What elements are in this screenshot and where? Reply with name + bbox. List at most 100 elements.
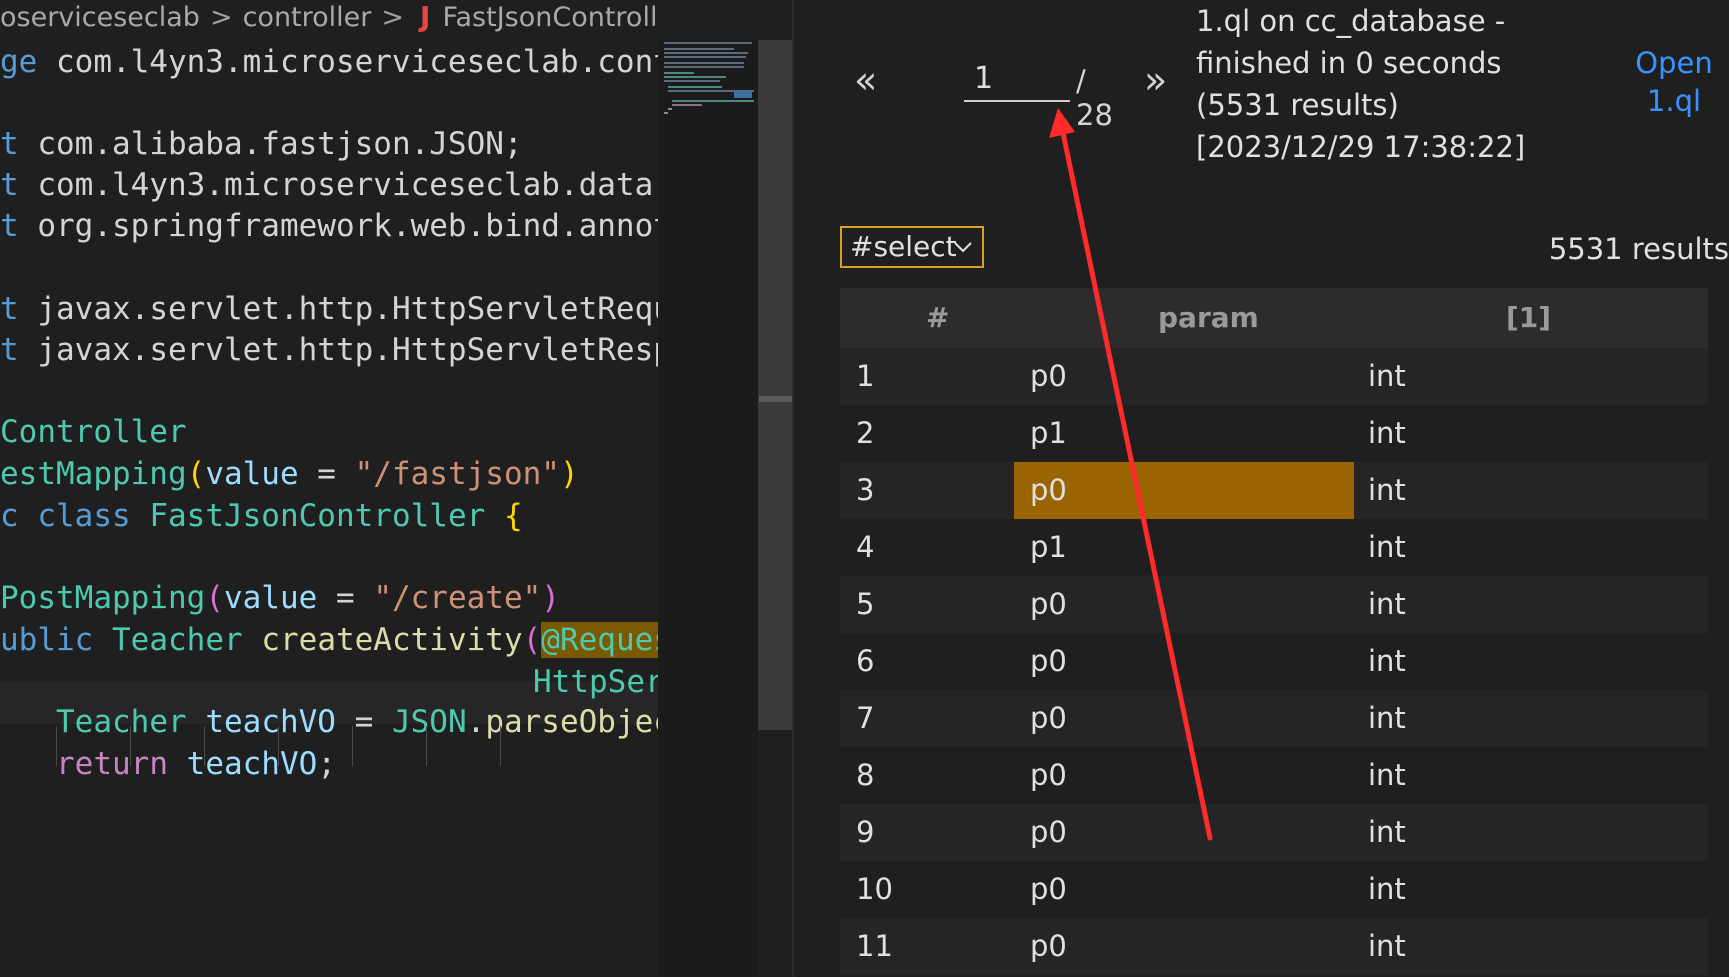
minimap-line — [668, 108, 672, 110]
type-cell: int — [1368, 530, 1406, 564]
code-line: estMapping(value = "/fastjson") — [0, 454, 579, 494]
code-token: com.alibaba.fastjson.JSON; — [18, 126, 523, 162]
code-token: parseObjec — [485, 704, 658, 740]
minimap-line — [664, 56, 746, 58]
param-cell[interactable]: p1 — [1030, 519, 1067, 576]
query-status-text: 1.ql on cc_database - finished in 0 seco… — [1196, 4, 1526, 164]
type-cell: int — [1368, 416, 1406, 450]
code-token: com.l4yn3.microserviceseclab.data. — [18, 167, 658, 203]
indent-guide — [56, 726, 57, 766]
code-line: t javax.servlet.http.HttpServletResp — [0, 330, 658, 370]
minimap-line — [672, 104, 702, 106]
table-row[interactable]: 5 p0 int — [840, 576, 1708, 633]
code-token: "/fastjson" — [354, 456, 560, 492]
code-token: JSON — [391, 704, 467, 740]
table-row[interactable]: 2 p1 int — [840, 405, 1708, 462]
minimap-line — [664, 48, 734, 50]
param-cell[interactable]: p1 — [1030, 405, 1067, 462]
scrollbar-thumb[interactable] — [759, 396, 792, 402]
param-cell[interactable]: p0 — [1030, 804, 1067, 861]
page-total: / 28 — [1076, 64, 1113, 132]
code-token: FastJsonController — [149, 498, 486, 534]
result-set-select-value: #select — [850, 230, 957, 263]
code-line: ublic Teacher createActivity(@Reques — [0, 620, 658, 660]
code-token: value — [205, 456, 299, 492]
code-token: ; — [317, 746, 336, 782]
row-index-cell: 1 — [856, 359, 875, 393]
minimap-line — [664, 72, 694, 74]
code-token: { — [485, 498, 523, 534]
param-cell[interactable]: p0 — [1030, 918, 1067, 975]
chevron-right-icon: > — [381, 2, 405, 33]
code-token: c — [0, 498, 19, 534]
breadcrumb-item-controller[interactable]: controller — [243, 1, 372, 34]
breadcrumb: oserviceseclab > controller > J FastJsonContr… — [0, 0, 658, 34]
minimap-line — [664, 52, 748, 54]
code-editor[interactable]: oserviceseclab > controller > J FastJsonContr… — [0, 0, 658, 977]
table-row[interactable]: 11 p0 int — [840, 918, 1708, 975]
code-token: class — [18, 498, 150, 534]
next-page-button[interactable]: » — [1144, 58, 1167, 102]
code-token: = — [317, 580, 374, 616]
table-row[interactable]: 6 p0 int — [840, 633, 1708, 690]
code-token: teachVO — [186, 746, 318, 782]
table-row[interactable]: 9 p0 int — [840, 804, 1708, 861]
table-row[interactable]: 1 p0 int — [840, 348, 1708, 405]
breadcrumb-item-folder[interactable]: oserviceseclab — [0, 1, 200, 34]
table-row[interactable]: 3 p0 int — [840, 462, 1708, 519]
code-token: ublic — [0, 622, 94, 658]
code-token: ( — [186, 456, 206, 492]
column-header-index[interactable]: # — [926, 288, 949, 348]
param-cell[interactable]: p0 — [1030, 633, 1067, 690]
minimap-line — [664, 112, 668, 114]
type-cell: int — [1368, 473, 1406, 507]
code-token: ( — [205, 580, 224, 616]
column-header-param[interactable]: param — [1158, 288, 1259, 348]
code-token: value — [223, 580, 318, 616]
column-header-type[interactable]: [1] — [1506, 288, 1551, 348]
param-cell[interactable]: p0 — [1030, 348, 1067, 405]
breadcrumb-item-file[interactable]: FastJsonController.java — [442, 1, 658, 34]
vertical-scrollbar[interactable] — [758, 40, 792, 730]
code-line: c class FastJsonController { — [0, 496, 523, 536]
code-token: PostMapping — [0, 580, 206, 616]
code-line: Controller — [0, 412, 187, 452]
code-token: t — [0, 291, 19, 327]
type-cell: int — [1368, 644, 1406, 678]
row-index-cell: 7 — [856, 701, 875, 735]
code-token: javax.servlet.http.HttpServletResp — [18, 332, 658, 368]
row-index-cell: 11 — [856, 929, 893, 963]
code-area[interactable]: ge com.l4yn3.microserviceseclab.cont t c… — [0, 40, 658, 782]
code-line: t com.alibaba.fastjson.JSON; — [0, 124, 523, 164]
minimap[interactable] — [658, 40, 758, 977]
minimap-line — [664, 62, 744, 64]
table-row[interactable]: 8 p0 int — [840, 747, 1708, 804]
row-index-cell: 8 — [856, 758, 875, 792]
code-token: . — [466, 704, 486, 740]
row-index-cell: 4 — [856, 530, 875, 564]
type-cell: int — [1368, 815, 1406, 849]
param-cell[interactable]: p0 — [1030, 576, 1067, 633]
result-set-select[interactable]: #select — [840, 226, 984, 268]
table-row[interactable]: 4 p1 int — [840, 519, 1708, 576]
row-index-cell: 2 — [856, 416, 875, 450]
java-icon: J — [420, 0, 431, 33]
type-cell: int — [1368, 701, 1406, 735]
param-cell[interactable]: p0 — [1030, 747, 1067, 804]
page-number-input[interactable] — [964, 56, 1070, 102]
param-cell[interactable]: p0 — [1030, 861, 1067, 918]
code-token: Teacher — [56, 704, 187, 740]
param-cell[interactable]: p0 — [1014, 462, 1354, 519]
table-row[interactable]: 7 p0 int — [840, 690, 1708, 747]
indent-guide — [426, 726, 427, 766]
indent-guide — [278, 726, 279, 766]
previous-page-button[interactable]: « — [854, 58, 877, 102]
code-token: estMapping — [0, 456, 187, 492]
open-query-link[interactable]: Open 1.ql — [1626, 44, 1722, 120]
code-token: ) — [559, 456, 579, 492]
table-row[interactable]: 10 p0 int — [840, 861, 1708, 918]
code-token: teachVO — [205, 704, 336, 740]
param-cell[interactable]: p0 — [1030, 690, 1067, 747]
